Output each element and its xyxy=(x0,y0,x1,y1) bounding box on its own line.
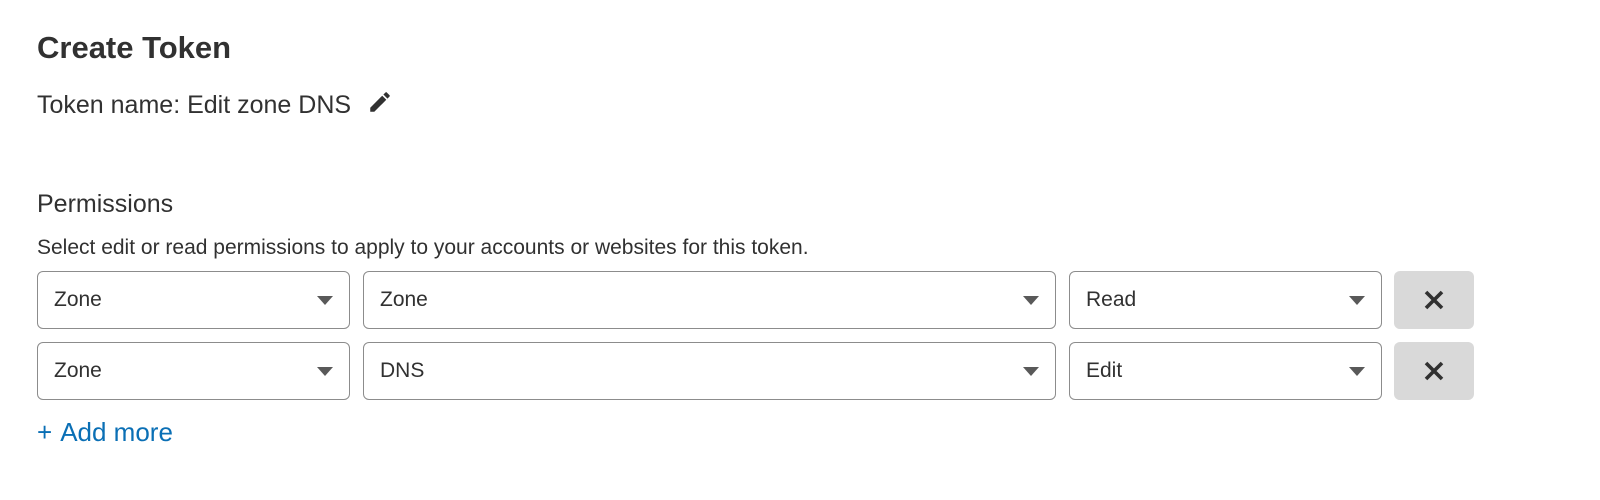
permissions-title: Permissions xyxy=(37,190,174,218)
select-value: Zone xyxy=(380,288,428,311)
permission-scope-select[interactable]: Zone xyxy=(37,271,350,329)
caret-down-icon xyxy=(317,296,333,305)
permission-level-select[interactable]: Edit xyxy=(1069,342,1382,400)
caret-down-icon xyxy=(317,367,333,376)
token-name-label: Token name: xyxy=(37,90,188,119)
select-value: DNS xyxy=(380,359,425,382)
select-value: Zone xyxy=(54,359,102,382)
token-name-row: Token name: Edit zone DNS xyxy=(37,88,395,122)
page-title: Create Token xyxy=(37,30,232,65)
permission-resource-select[interactable]: Zone xyxy=(363,271,1056,329)
remove-permission-button[interactable] xyxy=(1394,342,1474,400)
select-value: Edit xyxy=(1086,359,1123,382)
permission-resource-select[interactable]: DNS xyxy=(363,342,1056,400)
caret-down-icon xyxy=(1023,367,1039,376)
permission-scope-select[interactable]: Zone xyxy=(37,342,350,400)
pencil-icon[interactable] xyxy=(365,87,395,117)
close-icon xyxy=(1424,361,1444,381)
permissions-description: Select edit or read permissions to apply… xyxy=(37,236,809,259)
add-more-link[interactable]: + Add more xyxy=(37,415,173,449)
create-token-page: Create Token Token name: Edit zone DNS P… xyxy=(0,0,1600,500)
caret-down-icon xyxy=(1023,296,1039,305)
permission-level-select[interactable]: Read xyxy=(1069,271,1382,329)
remove-permission-button[interactable] xyxy=(1394,271,1474,329)
caret-down-icon xyxy=(1349,367,1365,376)
select-value: Zone xyxy=(54,288,102,311)
plus-icon: + xyxy=(37,417,53,447)
close-icon xyxy=(1424,290,1444,310)
caret-down-icon xyxy=(1349,296,1365,305)
token-name-value: Edit zone DNS xyxy=(187,90,352,119)
select-value: Read xyxy=(1086,288,1137,311)
add-more-label: Add more xyxy=(60,417,173,447)
